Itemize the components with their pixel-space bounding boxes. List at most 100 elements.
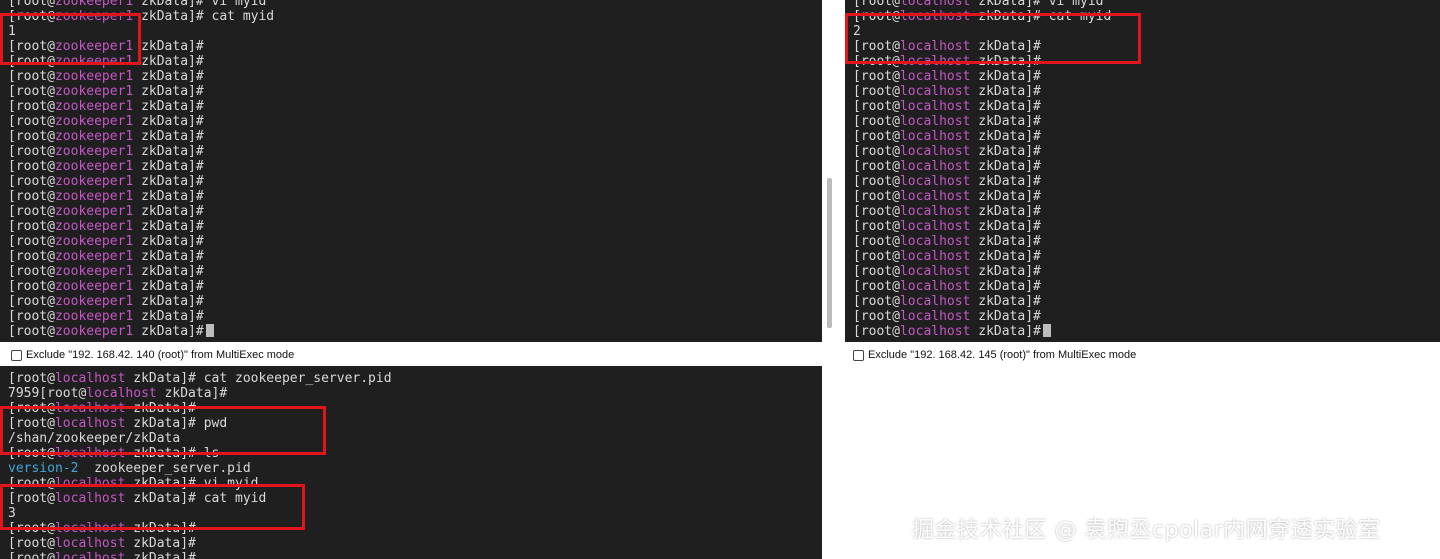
prompt-user: [root@	[8, 159, 55, 174]
prompt-host: zookeeper1	[54, 189, 134, 204]
prompt-user: [root@	[8, 264, 55, 279]
prompt-user: [root@	[8, 174, 55, 189]
prompt-host: zookeeper1	[54, 174, 134, 189]
terminal-pane-localhost-145[interactable]: [root@localhost zkData]# vi myid [root@lo…	[845, 0, 1440, 342]
terminal-line: [root@localhost zkData]#	[8, 551, 392, 559]
prompt-user: [root@	[8, 371, 55, 386]
prompt-host: zookeeper1	[54, 324, 134, 339]
prompt-host: localhost	[899, 174, 971, 189]
prompt-user: 7959[root@	[8, 386, 87, 401]
prompt-host: localhost	[899, 279, 971, 294]
terminal-line: [root@zookeeper1 zkData]#	[8, 189, 274, 204]
terminal-pane-localhost-3[interactable]: [root@localhost zkData]# cat zookeeper_s…	[0, 366, 822, 559]
prompt-rest: zkData]#	[133, 174, 204, 189]
prompt-user: [root@	[8, 114, 55, 129]
checkbox-icon[interactable]	[853, 349, 864, 361]
exclude-label: Exclude "192. 168.42. 145 (root)" from M…	[868, 349, 1137, 361]
prompt-host: zookeeper1	[54, 69, 134, 84]
prompt-rest: zkData]#	[133, 114, 204, 129]
prompt-rest: zkData]#	[133, 39, 204, 54]
terminal-line: [root@localhost zkData]#	[853, 144, 1111, 159]
exclude-multiexec-checkbox-145[interactable]: Exclude "192. 168.42. 145 (root)" from M…	[853, 348, 1136, 362]
prompt-rest: zkData]#	[133, 324, 204, 339]
terminal-line: [root@localhost zkData]#	[853, 129, 1111, 144]
terminal-line: [root@zookeeper1 zkData]#	[8, 114, 274, 129]
prompt-rest: zkData]# vi myid	[970, 0, 1104, 9]
terminal-line: [root@localhost zkData]#	[853, 159, 1111, 174]
prompt-user: [root@	[853, 264, 900, 279]
prompt-host: localhost	[899, 144, 971, 159]
terminal-line: [root@zookeeper1 zkData]#	[8, 69, 274, 84]
terminal-line: [root@localhost zkData]#	[853, 204, 1111, 219]
terminal-line: [root@zookeeper1 zkData]#	[8, 279, 274, 294]
prompt-user: [root@	[8, 294, 55, 309]
prompt-host: zookeeper1	[54, 114, 134, 129]
prompt-host: localhost	[899, 159, 971, 174]
terminal-line: [root@localhost zkData]#	[8, 536, 392, 551]
prompt-host: zookeeper1	[54, 279, 134, 294]
prompt-user: [root@	[853, 159, 900, 174]
dir-name: version-2	[8, 461, 79, 476]
terminal-line: [root@localhost zkData]#	[853, 84, 1111, 99]
scrollbar[interactable]	[827, 178, 832, 328]
prompt-user: [root@	[853, 204, 900, 219]
prompt-rest: zkData]#	[970, 189, 1041, 204]
prompt-rest: zkData]#	[133, 144, 204, 159]
prompt-rest: zkData]#	[133, 204, 204, 219]
exclude-label: Exclude "192. 168.42. 140 (root)" from M…	[26, 349, 295, 361]
prompt-user: [root@	[8, 144, 55, 159]
prompt-host: localhost	[899, 309, 971, 324]
prompt-host: zookeeper1	[54, 234, 134, 249]
prompt-host: zookeeper1	[54, 84, 134, 99]
prompt-user: [root@	[853, 174, 900, 189]
prompt-host: localhost	[899, 234, 971, 249]
checkbox-icon[interactable]	[11, 349, 22, 361]
exclude-multiexec-checkbox-140[interactable]: Exclude "192. 168.42. 140 (root)" from M…	[11, 348, 294, 362]
prompt-user: [root@	[8, 204, 55, 219]
prompt-host: localhost	[54, 536, 126, 551]
prompt-rest: zkData]#	[133, 264, 204, 279]
prompt-user: [root@	[8, 0, 55, 9]
prompt-host: localhost	[86, 386, 157, 401]
prompt-rest: zkData]#	[970, 234, 1041, 249]
prompt-rest: zkData]#	[133, 279, 204, 294]
highlight-box-myid-1	[0, 13, 141, 65]
terminal-line: [root@localhost zkData]#	[853, 234, 1111, 249]
prompt-rest: zkData]#	[970, 249, 1041, 264]
prompt-rest: zkData]#	[133, 69, 204, 84]
prompt-rest: zkData]#	[133, 189, 204, 204]
prompt-rest: zkData]#	[125, 551, 196, 559]
prompt-rest: zkData]#	[133, 84, 204, 99]
prompt-user: [root@	[8, 69, 55, 84]
terminal-line: [root@zookeeper1 zkData]#	[8, 219, 274, 234]
terminal-line: [root@zookeeper1 zkData]#	[8, 249, 274, 264]
prompt-host: localhost	[899, 204, 971, 219]
terminal-line: [root@localhost zkData]#	[853, 309, 1111, 324]
prompt-host: localhost	[899, 84, 971, 99]
prompt-host: zookeeper1	[54, 204, 134, 219]
prompt-host: localhost	[899, 219, 971, 234]
prompt-user: [root@	[8, 279, 55, 294]
prompt-host: localhost	[54, 551, 126, 559]
watermark: 掘金技术社区 @ 袁煦丞cpolar内网穿透实验室	[912, 518, 1381, 543]
terminal-output: [root@localhost zkData]# cat zookeeper_s…	[8, 371, 392, 559]
prompt-host: localhost	[899, 99, 971, 114]
terminal-line: [root@localhost zkData]#	[853, 324, 1111, 339]
terminal-pane-zookeeper1[interactable]: [root@zookeeper1 zkData]# vi myid [root@z…	[0, 0, 822, 342]
highlight-box-myid-2	[845, 13, 1141, 64]
terminal-line: [root@localhost zkData]#	[853, 219, 1111, 234]
prompt-rest: zkData]#	[970, 159, 1041, 174]
terminal-line: [root@zookeeper1 zkData]#	[8, 264, 274, 279]
prompt-host: localhost	[899, 129, 971, 144]
prompt-user: [root@	[853, 249, 900, 264]
terminal-line: [root@localhost zkData]#	[853, 249, 1111, 264]
terminal-line: [root@localhost zkData]#	[853, 189, 1111, 204]
prompt-user: [root@	[853, 0, 900, 9]
prompt-user: [root@	[853, 129, 900, 144]
prompt-rest: zkData]#	[133, 159, 204, 174]
terminal-cursor	[1042, 324, 1051, 337]
prompt-rest: zkData]#	[133, 309, 204, 324]
prompt-host: localhost	[899, 249, 971, 264]
prompt-user: [root@	[853, 309, 900, 324]
prompt-user: [root@	[853, 144, 900, 159]
